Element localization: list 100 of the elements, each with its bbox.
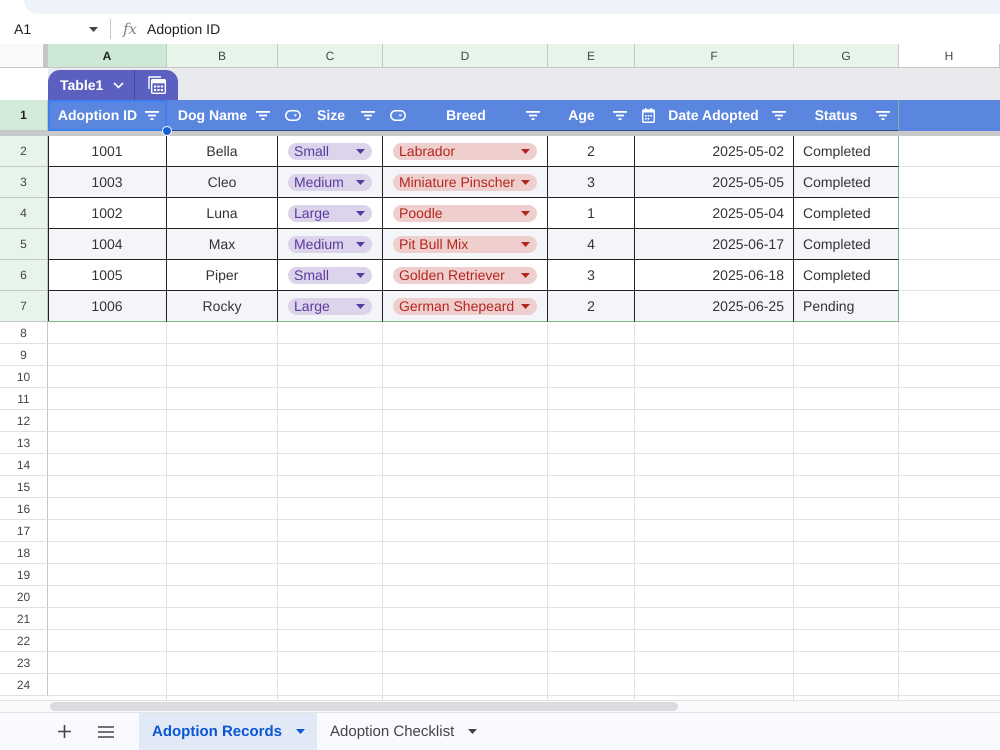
dropdown-chip[interactable]: Small xyxy=(288,142,372,160)
table-cell: Completed xyxy=(794,198,899,229)
dropdown-chip[interactable]: Medium xyxy=(288,236,372,252)
filter-icon[interactable] xyxy=(772,110,786,120)
row-number[interactable]: 4 xyxy=(0,198,48,229)
column-title: Adoption ID xyxy=(56,107,138,123)
row-number[interactable]: 17 xyxy=(0,520,48,542)
fill-handle[interactable] xyxy=(162,126,172,136)
row-number[interactable]: 13 xyxy=(0,432,48,454)
table-cell: 2025-05-04 xyxy=(635,198,794,229)
table-cell: 1001 xyxy=(48,136,167,167)
dropdown-icon xyxy=(285,110,301,120)
filter-icon[interactable] xyxy=(361,110,375,120)
caret-icon xyxy=(468,729,478,734)
table-cell: Completed xyxy=(794,136,899,167)
row-number[interactable]: 11 xyxy=(0,388,48,410)
column-title: Breed xyxy=(445,107,487,123)
dropdown-chip[interactable]: Poodle xyxy=(393,204,537,222)
column-letter[interactable]: C xyxy=(278,44,383,68)
row-number[interactable]: 23 xyxy=(0,652,48,674)
function-symbol: fx xyxy=(123,20,138,38)
dropdown-chip[interactable]: Labrador xyxy=(393,142,537,160)
table-cell: Pending xyxy=(794,291,899,322)
row-number[interactable]: 6 xyxy=(0,260,48,291)
table-cell: Max xyxy=(167,229,278,260)
column-title: Size xyxy=(316,107,346,123)
row-number[interactable]: 22 xyxy=(0,630,48,652)
menu-icon xyxy=(98,726,114,738)
cell-reference-box[interactable]: A1 xyxy=(0,17,108,41)
row-number[interactable]: 7 xyxy=(0,291,48,322)
row-number[interactable]: 12 xyxy=(0,410,48,432)
filter-icon[interactable] xyxy=(256,110,270,120)
plus-icon xyxy=(58,725,70,738)
column-letter[interactable]: B xyxy=(167,44,278,68)
table-grid-icon xyxy=(148,76,166,94)
table-cell: 2025-06-18 xyxy=(635,260,794,291)
filter-icon[interactable] xyxy=(613,110,627,120)
row-number[interactable]: 10 xyxy=(0,366,48,388)
table-cell: 4 xyxy=(548,229,635,260)
row-number[interactable]: 1 xyxy=(0,100,48,131)
column-letter[interactable]: D xyxy=(383,44,548,68)
dropdown-icon xyxy=(390,110,406,120)
table-name-button[interactable]: Table1 xyxy=(48,70,135,100)
table-cell: 2025-05-02 xyxy=(635,136,794,167)
column-letter[interactable]: E xyxy=(548,44,635,68)
table-cell: Bella xyxy=(167,136,278,167)
table-cell: Completed xyxy=(794,167,899,198)
filter-icon[interactable] xyxy=(145,110,159,120)
row-number[interactable]: 20 xyxy=(0,586,48,608)
table-cell: Rocky xyxy=(167,291,278,322)
table-cell: 1003 xyxy=(48,167,167,198)
table-cell: 1002 xyxy=(48,198,167,229)
column-title: Date Adopted xyxy=(667,107,760,123)
table-cell: Luna xyxy=(167,198,278,229)
dropdown-chip[interactable]: Large xyxy=(288,204,372,222)
dropdown-chip[interactable]: Miniature Pinscher xyxy=(393,174,537,190)
table-cell: 2025-06-25 xyxy=(635,291,794,322)
table-cell: 1005 xyxy=(48,260,167,291)
caret-icon xyxy=(296,729,305,734)
table-cell: Completed xyxy=(794,229,899,260)
table-cell: 3 xyxy=(548,167,635,198)
row-number[interactable]: 14 xyxy=(0,454,48,476)
column-letter[interactable]: F xyxy=(635,44,794,68)
row-number[interactable]: 16 xyxy=(0,498,48,520)
row-number[interactable]: 21 xyxy=(0,608,48,630)
filter-icon[interactable] xyxy=(876,110,890,120)
dropdown-chip[interactable]: Golden Retriever xyxy=(393,266,537,284)
sheet-tab[interactable]: Adoption Records xyxy=(139,713,317,750)
row-number[interactable]: 5 xyxy=(0,229,48,260)
column-title: Age xyxy=(567,107,596,123)
row-number[interactable]: 8 xyxy=(0,322,48,344)
sheet-tab[interactable]: Adoption Checklist xyxy=(317,713,490,750)
table-cell: 1004 xyxy=(48,229,167,260)
row-number[interactable]: 9 xyxy=(0,344,48,366)
dropdown-chip[interactable]: Large xyxy=(288,298,372,314)
formula-field[interactable]: Adoption ID xyxy=(147,18,1000,40)
dropdown-chip[interactable]: German Shepeard xyxy=(393,298,537,314)
dropdown-chip[interactable]: Pit Bull Mix xyxy=(393,236,537,252)
table-cell: Completed xyxy=(794,260,899,291)
dropdown-chip[interactable]: Medium xyxy=(288,174,372,190)
dropdown-chip[interactable]: Small xyxy=(288,266,372,284)
table-cell: 1 xyxy=(548,198,635,229)
chevron-down-icon xyxy=(113,82,124,88)
row-number[interactable]: 19 xyxy=(0,564,48,586)
column-letter[interactable]: A xyxy=(48,44,167,68)
row-number[interactable]: 2 xyxy=(0,136,48,167)
column-letter[interactable]: G xyxy=(794,44,899,68)
caret-icon xyxy=(89,26,98,32)
table-cell: 3 xyxy=(548,260,635,291)
table-cell: Piper xyxy=(167,260,278,291)
filter-icon[interactable] xyxy=(526,110,540,120)
row-number[interactable]: 24 xyxy=(0,674,48,696)
table-cell: 1006 xyxy=(48,291,167,322)
table-cell: 2 xyxy=(548,291,635,322)
row-number[interactable]: 18 xyxy=(0,542,48,564)
table-cell: 2 xyxy=(548,136,635,167)
column-letter[interactable]: H xyxy=(899,44,1000,68)
scrollbar-thumb[interactable] xyxy=(50,702,678,711)
row-number[interactable]: 3 xyxy=(0,167,48,198)
row-number[interactable]: 15 xyxy=(0,476,48,498)
